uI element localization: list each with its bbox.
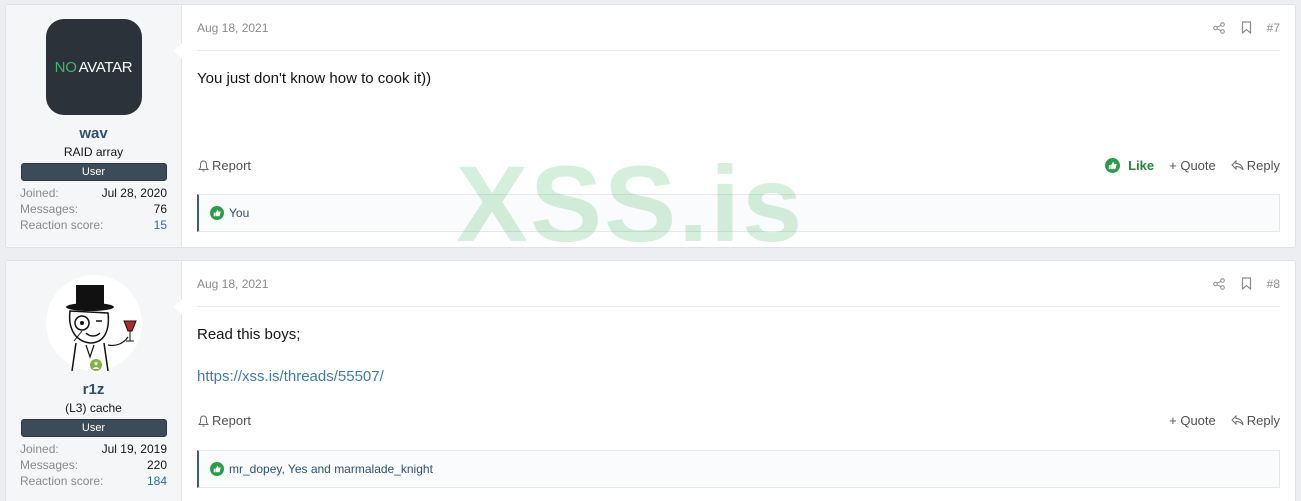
- message-body: Read this boys;: [197, 326, 301, 343]
- avatar-rest-text: AVATAR: [78, 58, 133, 76]
- avatar[interactable]: [45, 275, 142, 373]
- stat-value: 76: [153, 202, 167, 216]
- username[interactable]: wav: [6, 125, 181, 142]
- stat-label: Joined:: [20, 442, 59, 456]
- message-body: You just don't know how to cook it)): [197, 70, 432, 87]
- post-date[interactable]: Aug 18, 2021: [197, 21, 268, 35]
- post-8: r1z (L3) cache User Joined: Jul 19, 2019…: [5, 260, 1296, 501]
- like-button[interactable]: Like: [1105, 158, 1154, 173]
- post-number[interactable]: #7: [1267, 21, 1280, 35]
- avatar-no-text: NO: [54, 58, 77, 76]
- user-title: (L3) cache: [65, 401, 122, 415]
- message-link-line: https://xss.is/threads/55507/: [197, 368, 1280, 385]
- post-actions: + Quote Reply: [1169, 413, 1280, 428]
- thumbs-up-icon: [210, 206, 224, 220]
- report-label: Report: [212, 413, 252, 428]
- share-icon[interactable]: [1213, 21, 1226, 34]
- message-header: Aug 18, 2021 #8: [197, 261, 1280, 307]
- stat-value: 220: [146, 458, 167, 472]
- reply-button[interactable]: Reply: [1231, 158, 1280, 173]
- report-link[interactable]: Report: [197, 413, 251, 428]
- user-banner: User: [20, 163, 167, 181]
- thumbs-up-icon: [210, 462, 224, 476]
- reply-label: Reply: [1246, 413, 1280, 428]
- post-actions: Like + Quote Reply: [1105, 158, 1280, 173]
- report-label: Report: [212, 158, 252, 173]
- message-main: Aug 18, 2021 #7 You just don't know how …: [182, 5, 1295, 247]
- stat-label: Joined:: [20, 186, 59, 200]
- reactions-bar[interactable]: mr_dopey, Yes and marmalade_knight: [197, 450, 1280, 488]
- header-actions: #7: [1213, 21, 1280, 35]
- stat-value-link[interactable]: 184: [147, 473, 167, 489]
- user-info: NO AVATAR wav RAID array User Joined: Ju…: [6, 5, 182, 247]
- reactions-bar[interactable]: You: [197, 194, 1280, 232]
- user-banner: User: [20, 419, 167, 437]
- reply-icon: [1231, 414, 1244, 427]
- quote-button[interactable]: + Quote: [1169, 413, 1216, 428]
- reply-button[interactable]: Reply: [1231, 413, 1280, 428]
- stat-value: Jul 19, 2019: [101, 442, 167, 456]
- user-title: RAID array: [63, 145, 124, 159]
- bell-icon: [197, 159, 210, 172]
- stat-label: Messages:: [20, 202, 79, 216]
- message-header: Aug 18, 2021 #7: [197, 5, 1280, 51]
- like-label: Like: [1128, 158, 1155, 173]
- stat-messages: Messages: 220: [20, 457, 167, 473]
- user-stats: Joined: Jul 28, 2020 Messages: 76 Reacti…: [20, 185, 167, 233]
- bookmark-icon[interactable]: [1240, 21, 1253, 34]
- user-info: r1z (L3) cache User Joined: Jul 19, 2019…: [6, 261, 182, 501]
- header-actions: #8: [1213, 277, 1280, 291]
- message-main: Aug 18, 2021 #8 Read this boys; https://…: [182, 261, 1295, 501]
- reactions-text: You: [229, 206, 250, 220]
- thread-link[interactable]: https://xss.is/threads/55507/: [197, 368, 384, 385]
- bell-icon: [197, 414, 210, 427]
- stat-reaction-score: Reaction score: 15: [20, 217, 167, 233]
- post-date[interactable]: Aug 18, 2021: [197, 277, 268, 291]
- stat-joined: Joined: Jul 19, 2019: [20, 441, 167, 457]
- post-7: NO AVATAR wav RAID array User Joined: Ju…: [5, 4, 1296, 248]
- reactions-text: mr_dopey, Yes and marmalade_knight: [229, 462, 433, 476]
- post-number[interactable]: #8: [1267, 277, 1280, 291]
- stat-value-link[interactable]: 15: [154, 217, 167, 233]
- stat-label: Messages:: [20, 458, 79, 472]
- user-stats: Joined: Jul 19, 2019 Messages: 220 React…: [20, 441, 167, 489]
- avatar[interactable]: NO AVATAR: [45, 19, 142, 115]
- share-icon[interactable]: [1213, 277, 1226, 290]
- reply-label: Reply: [1246, 158, 1280, 173]
- stat-messages: Messages: 76: [20, 201, 167, 217]
- stat-reaction-score: Reaction score: 184: [20, 473, 167, 489]
- message-pointer: [173, 299, 182, 315]
- quote-button[interactable]: + Quote: [1169, 158, 1216, 173]
- report-link[interactable]: Report: [197, 158, 251, 173]
- message-footer: Report Like + Quote Reply: [197, 158, 1280, 173]
- stat-label: Reaction score:: [20, 474, 104, 488]
- message-footer: Report + Quote Reply: [197, 413, 1280, 428]
- stat-label: Reaction score:: [20, 218, 104, 232]
- bookmark-icon[interactable]: [1240, 277, 1253, 290]
- stat-value: Jul 28, 2020: [101, 186, 167, 200]
- online-user-icon: [87, 357, 104, 373]
- username[interactable]: r1z: [6, 381, 181, 398]
- thumbs-up-icon: [1105, 158, 1121, 173]
- stat-joined: Joined: Jul 28, 2020: [20, 185, 167, 201]
- message-pointer: [173, 43, 182, 59]
- reply-icon: [1231, 159, 1244, 172]
